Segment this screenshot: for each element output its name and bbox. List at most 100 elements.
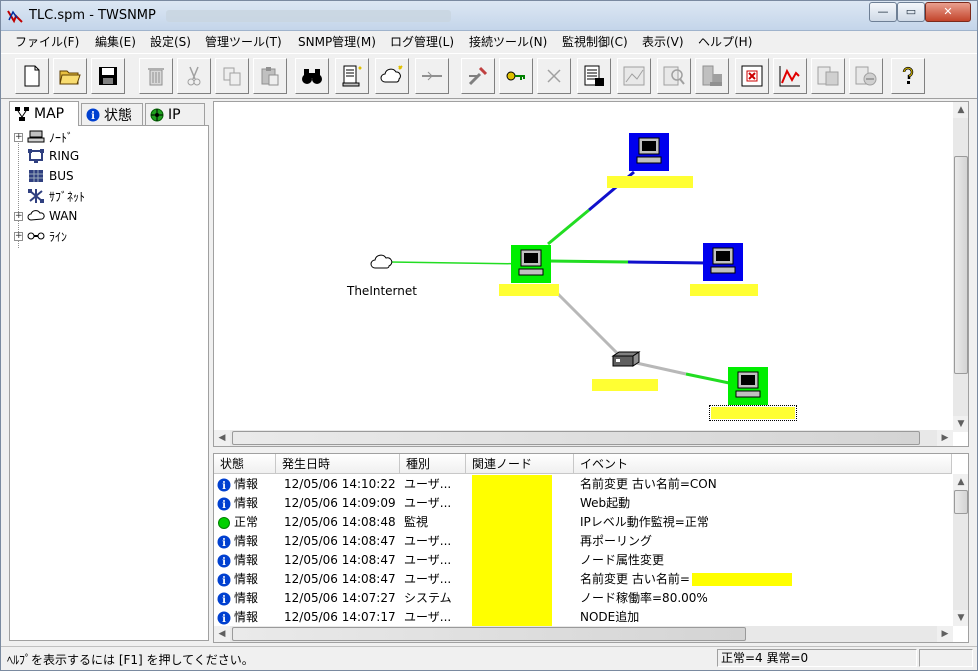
column-header-node[interactable]: 関連ノード — [466, 454, 574, 474]
restore-button[interactable]: ▭ — [897, 2, 925, 22]
scroll-thumb[interactable] — [954, 156, 968, 374]
map-horizontal-scrollbar[interactable]: ◀ ▶ — [214, 430, 953, 446]
menu-monitor[interactable]: 監視制御(C) — [562, 33, 628, 50]
title-bar[interactable]: TLC.spm - TWSNMP — ▭ ✕ — [1, 1, 977, 31]
column-header-time[interactable]: 発生日時 — [276, 454, 400, 474]
tree-item-subnet[interactable]: ｻﾌﾞﾈｯﾄ — [14, 187, 85, 205]
node-label-top[interactable] — [607, 176, 693, 188]
new-file-button[interactable] — [15, 58, 49, 94]
add-network-button[interactable] — [375, 58, 409, 94]
search-node-button[interactable] — [657, 58, 691, 94]
scroll-thumb[interactable] — [232, 627, 746, 641]
save-button[interactable] — [91, 58, 125, 94]
help-button[interactable] — [891, 58, 925, 94]
scroll-thumb[interactable] — [232, 431, 920, 445]
tab-map[interactable]: MAP — [9, 101, 79, 126]
table-row[interactable]: i 情報 12/05/06 14:09:09 ユーザ... Web起動 — [214, 494, 952, 513]
delete-button[interactable] — [537, 58, 571, 94]
normal-dot-icon — [218, 517, 230, 529]
tree-item-ring[interactable]: RING — [14, 147, 79, 165]
table-row[interactable]: 正常 12/05/06 14:08:48 監視 IPレベル動作監視=正常 — [214, 513, 952, 532]
table-row[interactable]: i 情報 12/05/06 14:07:17 ユーザ... NODE追加 — [214, 608, 952, 627]
scroll-thumb[interactable] — [954, 490, 968, 514]
table-row[interactable]: i 情報 12/05/06 14:08:47 ユーザ... 再ポーリング — [214, 532, 952, 551]
close-button[interactable]: ✕ — [925, 2, 971, 22]
map-vertical-scrollbar[interactable]: ▲ ▼ — [953, 102, 968, 432]
internet-cloud-icon[interactable] — [370, 254, 394, 270]
scroll-right-arrow[interactable]: ▶ — [937, 626, 953, 642]
menu-edit[interactable]: 編集(E) — [95, 33, 136, 50]
scroll-up-arrow[interactable]: ▲ — [953, 102, 968, 118]
tab-status[interactable]: i 状態 — [81, 103, 143, 125]
alert-stop-icon — [741, 65, 763, 87]
network-map[interactable]: TheInternet ▲ ▼ ◀ ▶ — [213, 101, 969, 447]
link-router-node2-a[interactable] — [547, 259, 629, 264]
table-row[interactable]: i 情報 12/05/06 14:08:47 ユーザ... 名前変更 古い名前= — [214, 570, 952, 589]
menu-file[interactable]: ファイル(F) — [15, 33, 79, 50]
server-button[interactable] — [695, 58, 729, 94]
minimize-button[interactable]: — — [869, 2, 897, 22]
open-button[interactable] — [53, 58, 87, 94]
find-button[interactable] — [295, 58, 329, 94]
link-router-node2-b[interactable] — [627, 260, 709, 265]
link-router-node1-a[interactable] — [547, 208, 590, 246]
chart-button[interactable] — [773, 58, 807, 94]
menu-log[interactable]: ログ管理(L) — [390, 33, 454, 50]
table-row[interactable]: i 情報 12/05/06 14:07:27 システム ノード稼働率=80.00% — [214, 589, 952, 608]
scroll-up-arrow[interactable]: ▲ — [953, 474, 968, 490]
tree-expander[interactable]: + — [14, 132, 23, 142]
tree-expander[interactable]: + — [14, 231, 23, 241]
column-header-type[interactable]: 種別 — [400, 454, 466, 474]
menu-help[interactable]: ヘルプ(H) — [698, 33, 752, 50]
events-vertical-scrollbar[interactable]: ▲ ▼ — [953, 474, 968, 626]
key-button[interactable] — [499, 58, 533, 94]
trash-button[interactable] — [139, 58, 173, 94]
internet-label[interactable]: TheInternet — [347, 284, 417, 298]
link-internet-router[interactable] — [389, 261, 531, 265]
tree-item-node[interactable]: + ﾉｰﾄﾞ — [14, 128, 73, 146]
scroll-right-arrow[interactable]: ▶ — [937, 430, 953, 446]
map-view-button[interactable] — [617, 58, 651, 94]
node-label-center[interactable] — [499, 284, 559, 296]
copy-button[interactable] — [215, 58, 249, 94]
menu-view[interactable]: 表示(V) — [642, 33, 684, 50]
node-label-right[interactable] — [690, 284, 758, 296]
column-header-event[interactable]: イベント — [574, 454, 952, 474]
node-blue-right-icon[interactable] — [703, 243, 743, 281]
node-green-bottom-icon[interactable] — [728, 367, 768, 405]
cut-button[interactable] — [177, 58, 211, 94]
menu-connect-tools[interactable]: 接続ツール(N) — [469, 33, 547, 50]
menu-admin-tools[interactable]: 管理ツール(T) — [205, 33, 282, 50]
column-header-status[interactable]: 状態 — [214, 454, 276, 474]
menu-snmp[interactable]: SNMP管理(M) — [298, 33, 376, 50]
report-button[interactable] — [577, 58, 611, 94]
node-label-switch[interactable] — [592, 379, 658, 391]
tree-item-line[interactable]: + ﾗｲﾝ — [14, 227, 67, 245]
node-label-bottom-selected[interactable] — [709, 405, 797, 421]
cell-node-highlight — [472, 570, 552, 589]
tools-button[interactable] — [461, 58, 495, 94]
node-green-center-icon[interactable] — [511, 245, 551, 283]
scroll-down-arrow[interactable]: ▼ — [953, 416, 968, 432]
link-router-switch[interactable] — [550, 286, 620, 356]
table-row[interactable]: i 情報 12/05/06 14:08:47 ユーザ... ノード属性変更 — [214, 551, 952, 570]
tree-item-wan[interactable]: + WAN — [14, 207, 77, 225]
tree-item-bus[interactable]: BUS — [14, 167, 74, 185]
switch-icon[interactable] — [610, 350, 642, 370]
add-line-button[interactable] — [415, 58, 449, 94]
add-node-button[interactable] — [335, 58, 369, 94]
browser-button[interactable] — [849, 58, 883, 94]
scroll-down-arrow[interactable]: ▼ — [953, 610, 968, 626]
table-row[interactable]: i 情報 12/05/06 14:10:22 ユーザ... 名前変更 古い名前=CON — [214, 475, 952, 494]
log-button[interactable] — [811, 58, 845, 94]
link-switch-node3-b[interactable] — [685, 372, 735, 386]
scroll-left-arrow[interactable]: ◀ — [214, 626, 230, 642]
menu-settings[interactable]: 設定(S) — [150, 33, 191, 50]
node-blue-top-icon[interactable] — [629, 133, 669, 171]
alert-stop-button[interactable] — [735, 58, 769, 94]
tab-ip[interactable]: IP — [145, 103, 205, 125]
events-horizontal-scrollbar[interactable]: ◀ ▶ — [214, 626, 953, 642]
paste-button[interactable] — [253, 58, 287, 94]
tree-expander[interactable]: + — [14, 211, 23, 221]
scroll-left-arrow[interactable]: ◀ — [214, 430, 230, 446]
